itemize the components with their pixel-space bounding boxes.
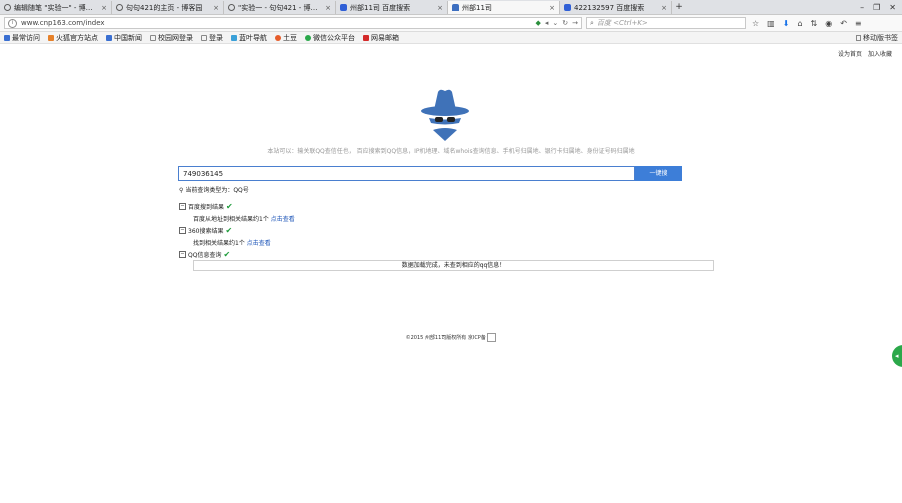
collapse-toggle-icon[interactable]: −: [179, 203, 186, 210]
library-icon[interactable]: ▥: [767, 19, 775, 28]
mobile-bookmarks[interactable]: 移动版书签: [856, 33, 902, 43]
close-tab-icon[interactable]: ×: [325, 4, 331, 12]
browser-tab-active[interactable]: 州部11司 ×: [448, 1, 560, 14]
search-button[interactable]: 一键搜: [635, 166, 682, 181]
share-icon: ◂: [895, 352, 899, 360]
section-360[interactable]: − 360搜索结果 ✔: [179, 226, 232, 235]
site-intro: 本站可以：输关联QQ查信任也， 百应搜索到QQ信息，IP机地理、域名whois查…: [267, 148, 635, 155]
checkmark-icon: ✔: [223, 250, 231, 259]
bookmark-folder-icon: [106, 34, 112, 41]
collapse-toggle-icon[interactable]: −: [179, 227, 186, 234]
browser-tab[interactable]: 句句421的主页 - 博客园 ×: [112, 1, 224, 14]
dropdown-chevron-icon[interactable]: ⌄: [552, 19, 558, 27]
section-baidu[interactable]: − 百度搜到结果 ✔: [179, 202, 233, 211]
toolbar-icons: ☆ ▥ ⬇ ⌂ ⇅ ◉ ↶ ≡: [752, 19, 862, 28]
bookmark-item[interactable]: 登录: [201, 33, 223, 43]
page-icon: [856, 34, 861, 41]
home-icon[interactable]: ⌂: [797, 19, 802, 28]
site-info-icon[interactable]: i: [8, 18, 17, 28]
baidu-detail: 百度从地址到相关结果约1个 点击查看: [193, 216, 295, 223]
browser-tab[interactable]: 编辑随笔 "实验一" - 博客园 ×: [0, 1, 112, 14]
query-input[interactable]: 749036145: [178, 166, 635, 181]
browser-tab[interactable]: 422132597 百度搜索 ×: [560, 1, 672, 14]
search-box[interactable]: ⌕ 百度 <Ctrl+K>: [586, 17, 746, 29]
section-qq[interactable]: − QQ信息查询 ✔: [179, 250, 230, 259]
bookmark-site-icon: [275, 34, 281, 41]
baidu-paw-icon: [340, 4, 347, 11]
close-tab-icon[interactable]: ×: [437, 4, 443, 12]
chat-icon[interactable]: ◉: [825, 19, 832, 28]
bookmark-item[interactable]: 网易邮箱: [363, 33, 399, 43]
checkmark-icon: ✔: [226, 202, 233, 211]
set-homepage-link[interactable]: 设为首页: [838, 49, 862, 58]
tab-strip: 编辑随笔 "实验一" - 博客园 × 句句421的主页 - 博客园 × "实验一 -…: [0, 0, 902, 15]
reader-mode-icon[interactable]: ◂: [545, 19, 549, 27]
bookmark-folder-icon: [48, 34, 54, 41]
bookmark-item[interactable]: 微信公众平台: [305, 33, 355, 43]
url-text[interactable]: www.cnp163.com/index: [21, 19, 531, 27]
query-type: ⚲ 当前查询类型为：QQ号: [179, 187, 249, 194]
bookmark-site-icon: [231, 34, 237, 41]
mail-icon: [363, 34, 369, 41]
bookmark-item[interactable]: 火狐官方站点: [48, 33, 98, 43]
checkmark-icon: ✔: [225, 226, 233, 235]
spy-hat-favicon-icon: [452, 4, 459, 11]
close-tab-icon[interactable]: ×: [101, 4, 107, 12]
bookmarks-bar: 最常访问 火狐官方站点 中国新闻 校园网登录 登录 蓝叶导航 土豆 微信公众平台…: [0, 32, 902, 44]
location-pin-icon: ⚲: [179, 187, 184, 194]
page-icon: [201, 34, 207, 41]
baidu-paw-icon: [564, 4, 571, 11]
bookmark-item[interactable]: 土豆: [275, 33, 297, 43]
close-tab-icon[interactable]: ×: [549, 4, 555, 12]
page-icon: [150, 34, 156, 41]
browser-tab[interactable]: 州部11司 百度搜索 ×: [336, 1, 448, 14]
window-controls: – ❐ ✕: [860, 3, 902, 12]
result-message: 数据加载完成，未查到相应的qq信息！: [193, 260, 714, 271]
restore-icon[interactable]: ❐: [873, 3, 880, 12]
view-baidu-link[interactable]: 点击查看: [271, 216, 295, 223]
bookmark-item[interactable]: 中国新闻: [106, 33, 142, 43]
close-window-icon[interactable]: ✕: [889, 3, 896, 12]
icp-badge-icon[interactable]: [487, 333, 497, 342]
collapse-toggle-icon[interactable]: −: [179, 251, 186, 258]
bookmark-item[interactable]: 最常访问: [4, 33, 40, 43]
address-bar[interactable]: i www.cnp163.com/index ◆ ◂ ⌄ ↻ →: [4, 17, 582, 29]
close-tab-icon[interactable]: ×: [661, 4, 667, 12]
bookmark-item[interactable]: 校园网登录: [150, 33, 193, 43]
download-icon[interactable]: ⬇: [783, 19, 790, 28]
blog-favicon-icon: [4, 4, 11, 11]
search-input[interactable]: 百度 <Ctrl+K>: [597, 18, 648, 28]
side-share-button[interactable]: ◂: [892, 345, 902, 367]
bookmark-item[interactable]: 蓝叶导航: [231, 33, 267, 43]
360-detail: 找到相关结果约1个 点击查看: [193, 240, 271, 247]
page-footer: ©2015 州部11司版权所有 京ICP备: [0, 333, 902, 342]
spy-hat-logo-icon: [421, 89, 469, 141]
wechat-icon: [305, 34, 311, 41]
top-links: 设为首页 加入收藏: [838, 49, 892, 58]
menu-hamburger-icon[interactable]: ≡: [855, 19, 862, 28]
reload-icon[interactable]: ↻: [562, 19, 568, 27]
undo-icon[interactable]: ↶: [840, 19, 847, 28]
view-360-link[interactable]: 点击查看: [247, 240, 271, 247]
add-favorite-link[interactable]: 加入收藏: [868, 49, 892, 58]
minimize-icon[interactable]: –: [860, 3, 864, 12]
shield-icon[interactable]: ◆: [535, 19, 540, 27]
close-tab-icon[interactable]: ×: [213, 4, 219, 12]
navigation-bar: i www.cnp163.com/index ◆ ◂ ⌄ ↻ → ⌕ 百度 <C…: [0, 15, 902, 32]
forward-arrow-icon[interactable]: →: [572, 19, 578, 27]
blog-favicon-icon: [116, 4, 123, 11]
search-icon: ⌕: [590, 18, 594, 27]
bookmark-folder-icon: [4, 34, 10, 41]
blog-favicon-icon: [228, 4, 235, 11]
browser-tab[interactable]: "实验一 - 句句421 - 博客园 ×: [224, 1, 336, 14]
sync-icon[interactable]: ⇅: [811, 19, 818, 28]
new-tab-plus-icon[interactable]: +: [672, 2, 686, 12]
bookmark-star-icon[interactable]: ☆: [752, 19, 759, 28]
